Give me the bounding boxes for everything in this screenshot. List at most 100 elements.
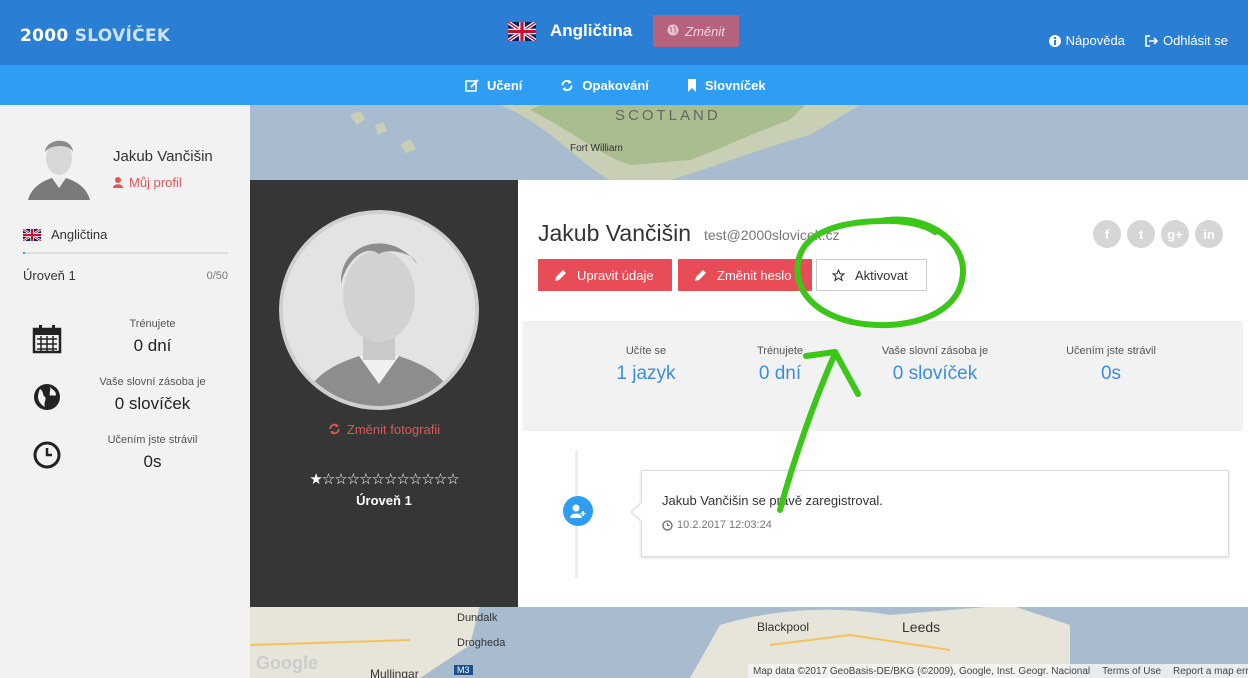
nav-item-opakovani[interactable]: Opakování: [560, 77, 649, 93]
google-logo[interactable]: Google: [256, 653, 318, 674]
stat-value: 0s: [143, 452, 162, 471]
profile-photo-panel: Změnit fotografii ★☆☆☆☆☆☆☆☆☆☆☆ Úroveň 1: [250, 180, 518, 607]
add-user-icon: [563, 496, 593, 526]
change-password-button[interactable]: Změnit heslo: [678, 259, 812, 291]
map-label-dundalk: Dundalk: [457, 612, 498, 624]
stat-label: Učením jste strávil: [1066, 345, 1156, 357]
change-language-label: Změnit: [685, 23, 725, 39]
map-label-blackpool: Blackpool: [757, 620, 810, 634]
brand-part2: SLOVÍČEK: [74, 26, 171, 46]
map-label-scotland: SCOTLAND: [615, 107, 721, 124]
language-title: Angličtina: [550, 21, 633, 40]
uk-flag-icon: [23, 228, 41, 241]
nav-bar: Učení Opakování Slovníček: [0, 65, 1248, 105]
pencil-icon: [695, 269, 706, 281]
edit-profile-label: Upravit údaje: [577, 267, 654, 283]
change-photo-label: Změnit fotografii: [346, 422, 441, 437]
google-plus-icon[interactable]: g+: [1161, 220, 1189, 248]
nav-item-uceni[interactable]: Učení: [465, 78, 522, 93]
stat-time: Učením jste strávil 0s: [1031, 345, 1191, 385]
map-data-credit: Map data ©2017 GeoBasis-DE/BKG (©2009), …: [753, 665, 1091, 677]
stat-value: 0 slovíček: [114, 394, 191, 413]
timeline-text: Jakub Vančišin se právě zaregistroval.: [662, 493, 883, 508]
sidebar-stat-training: Trénujete 0 dní: [0, 318, 250, 368]
globe-icon: [32, 382, 62, 412]
stat-value: 0 dní: [758, 363, 802, 384]
pencil-icon: [555, 269, 566, 281]
uk-flag-icon: [508, 21, 536, 41]
nav-label: Opakování: [582, 77, 649, 93]
sidebar-user-name: Jakub Vančišin: [113, 148, 213, 165]
globe-icon: [667, 24, 679, 39]
change-photo-link[interactable]: Změnit fotografii: [250, 422, 518, 437]
stat-value: 0s: [1100, 363, 1122, 384]
refresh-icon: [329, 423, 340, 435]
sidebar: Jakub Vančišin Můj profil Angličtina Úro…: [0, 105, 250, 678]
twitter-icon[interactable]: t: [1127, 220, 1155, 248]
clock-icon: [32, 440, 62, 470]
stat-label: Vaše slovní zásoba je: [99, 376, 206, 388]
profile-main-panel: Jakub Vančišin test@2000slovicek.cz f t …: [518, 180, 1248, 607]
my-profile-link[interactable]: Můj profil: [113, 175, 182, 190]
sidebar-stat-time: Učením jste strávil 0s: [0, 434, 250, 484]
map-label-leeds: Leeds: [902, 619, 941, 635]
edit-icon: [465, 78, 479, 92]
linkedin-icon[interactable]: in: [1195, 220, 1223, 248]
map-label-mullingar: Mullingar: [370, 667, 419, 678]
current-language: Angličtina: [508, 15, 632, 47]
profile-level: Úroveň 1: [356, 493, 412, 508]
bookmark-icon: [687, 78, 696, 92]
profile-photo[interactable]: [279, 210, 479, 410]
stat-vocabulary: Vaše slovní zásoba je 0 slovíček: [855, 345, 1015, 385]
timeline-time: 10.2.2017 12:03:24: [677, 519, 772, 531]
clock-icon: [662, 519, 673, 531]
sidebar-language-label: Angličtina: [51, 227, 108, 242]
top-bar: 2000 SLOVÍČEK Angličtina Změnit Nápověda…: [0, 0, 1248, 65]
logout-icon: [1145, 34, 1158, 47]
social-links: f t g+ in: [1093, 220, 1223, 248]
sidebar-language[interactable]: Angličtina: [23, 227, 107, 242]
logout-link[interactable]: Odhlásit se: [1145, 33, 1228, 48]
map-label-fort-william: Fort William: [570, 143, 623, 154]
sidebar-progress-count: 0/50: [206, 270, 228, 282]
profile-stats: Učíte se 1 jazyk Trénujete 0 dní Vaše sl…: [523, 321, 1243, 431]
nav-item-slovnicek[interactable]: Slovníček: [687, 78, 766, 93]
activate-label: Aktivovat: [855, 267, 908, 283]
sidebar-level: Úroveň 1: [23, 268, 76, 283]
report-map-error-link[interactable]: Report a map error: [1173, 666, 1248, 677]
stat-value: 0 dní: [133, 336, 172, 355]
logout-label: Odhlásit se: [1162, 33, 1228, 48]
change-language-button[interactable]: Změnit: [653, 15, 739, 47]
level-stars: ★☆☆☆☆☆☆☆☆☆☆☆: [309, 471, 459, 488]
activate-button[interactable]: Aktivovat: [816, 259, 927, 291]
stat-label: Trénujete: [129, 318, 176, 330]
brand-logo[interactable]: 2000 SLOVÍČEK: [20, 26, 170, 46]
nav-label: Slovníček: [704, 77, 766, 93]
star-icon: [832, 268, 845, 282]
map-label-drogheda: Drogheda: [457, 637, 506, 649]
edit-profile-button[interactable]: Upravit údaje: [538, 259, 672, 291]
user-icon: [113, 177, 123, 188]
stat-value: 0 slovíček: [892, 363, 978, 384]
stat-label: Vaše slovní zásoba je: [881, 345, 989, 357]
brand-part1: 2000: [20, 26, 69, 46]
help-link[interactable]: Nápověda: [1048, 33, 1125, 48]
info-icon: [1048, 34, 1061, 47]
timeline-entry: Jakub Vančišin se právě zaregistroval. 1…: [630, 470, 1229, 557]
sidebar-avatar[interactable]: [28, 130, 90, 200]
terms-link[interactable]: Terms of Use: [1102, 666, 1161, 677]
nav-label: Učení: [487, 77, 523, 93]
map-footer: Map data ©2017 GeoBasis-DE/BKG (©2009), …: [748, 664, 1248, 678]
timeline-timestamp: 10.2.2017 12:03:24: [662, 519, 772, 531]
facebook-icon[interactable]: f: [1093, 220, 1121, 248]
map-label-m3: M3: [454, 665, 473, 675]
stat-label: Učením jste strávil: [107, 434, 198, 446]
help-label: Nápověda: [1065, 33, 1125, 48]
stat-label: Trénujete: [756, 345, 804, 357]
sidebar-stat-vocabulary: Vaše slovní zásoba je 0 slovíček: [0, 376, 250, 426]
level-progress-bar: [23, 252, 228, 254]
profile-email: test@2000slovicek.cz: [704, 227, 840, 243]
change-password-label: Změnit heslo: [717, 267, 792, 283]
my-profile-label: Můj profil: [129, 175, 182, 190]
profile-name: Jakub Vančišin: [538, 220, 691, 246]
